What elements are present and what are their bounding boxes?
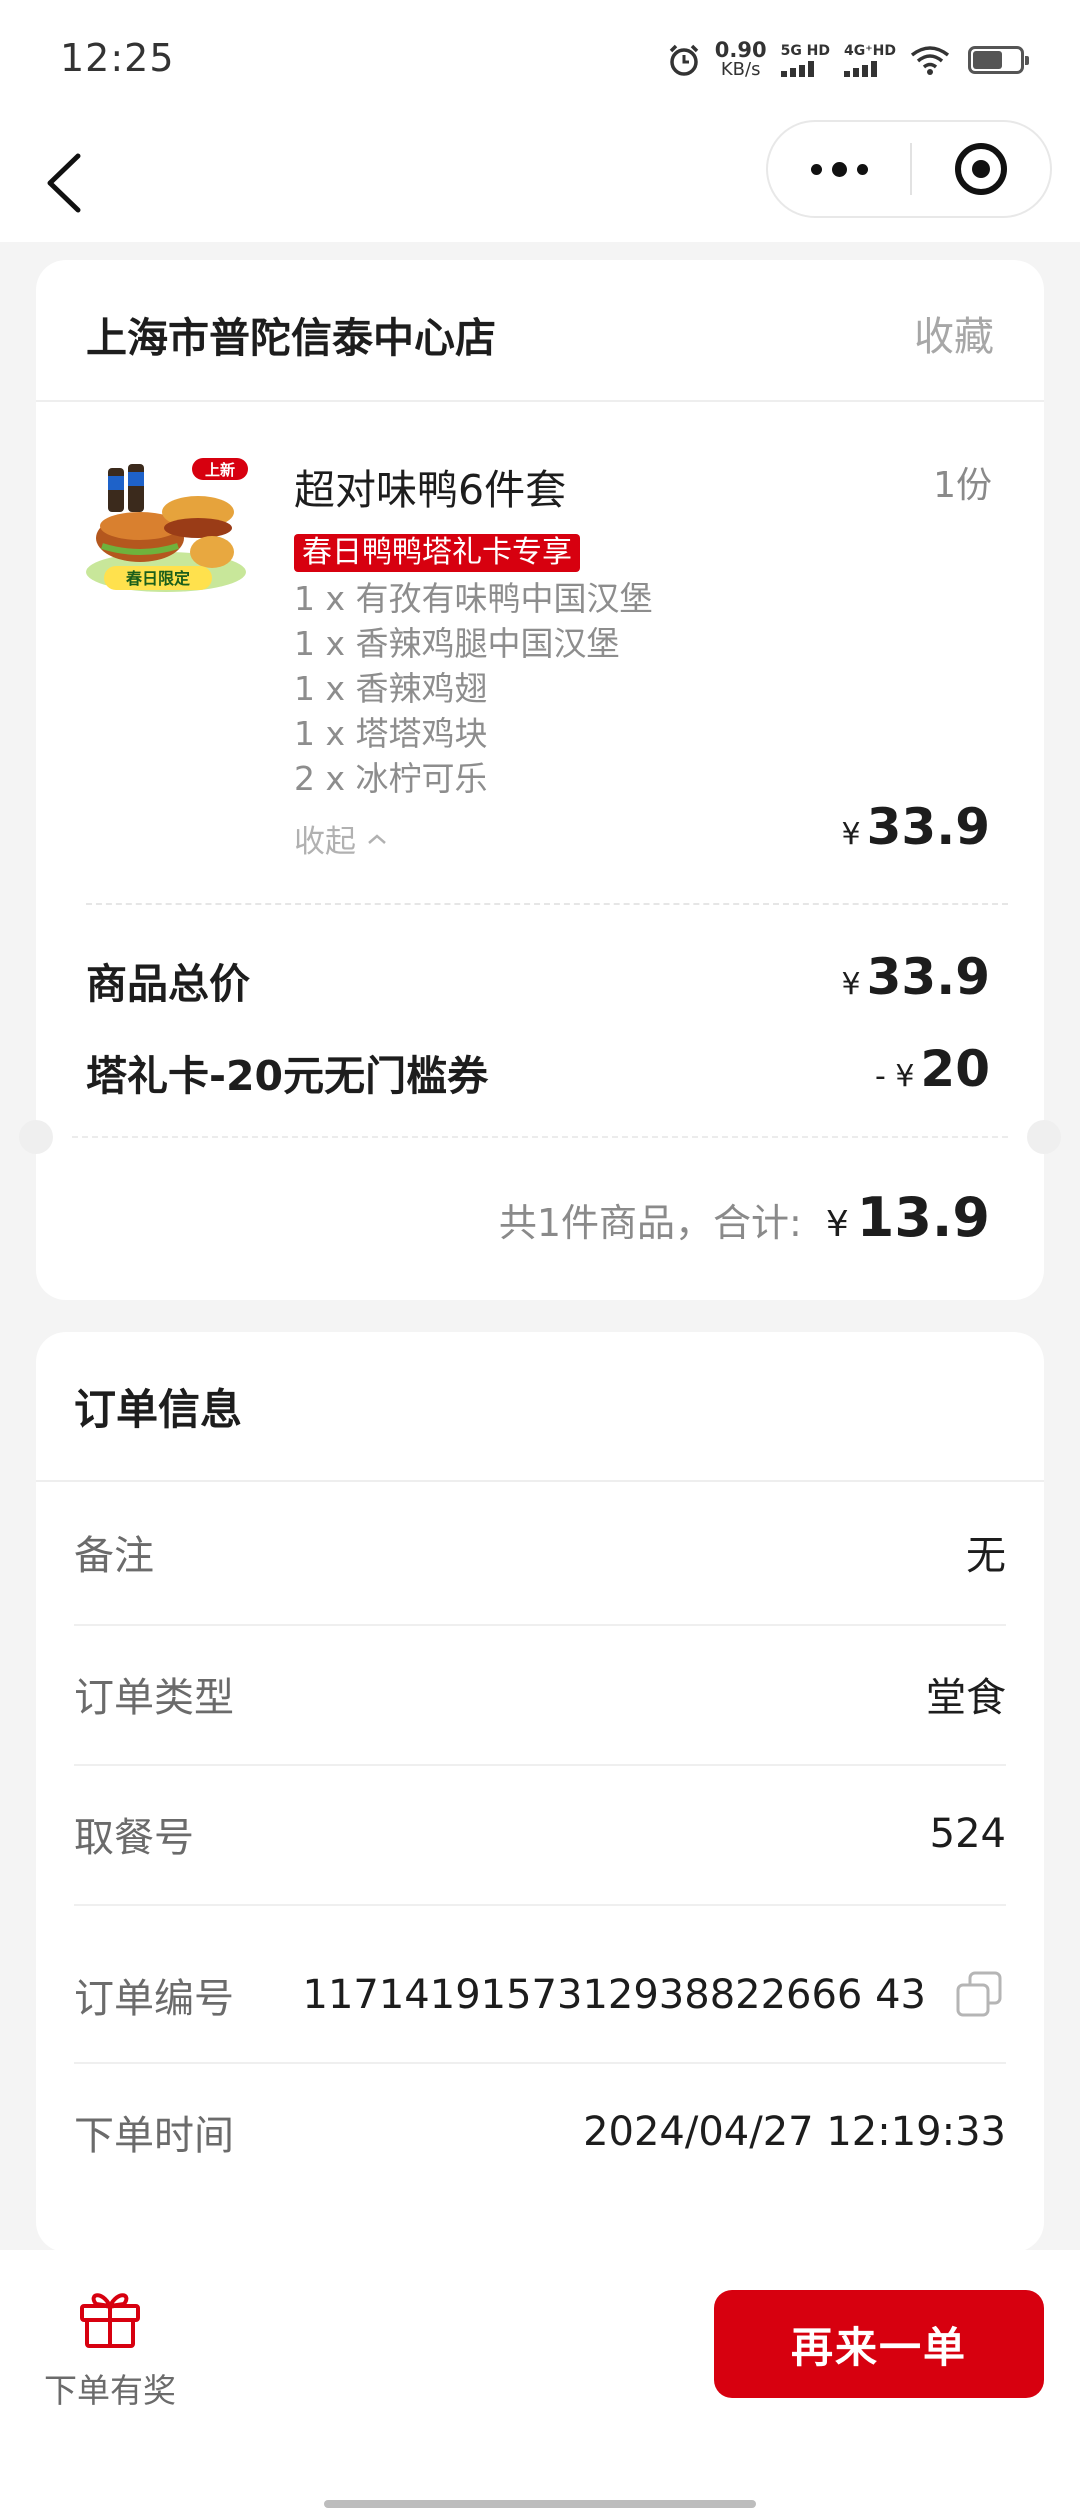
battery-icon (968, 46, 1029, 74)
signal-icon (844, 61, 878, 77)
product-thumbnail: 上新 春日限定 (86, 458, 248, 592)
sub-item-list: 1 x 有孜有味鸭中国汉堡 1 x 香辣鸡腿中国汉堡 1 x 香辣鸡翅 1 x … (294, 576, 653, 801)
goods-total: ¥ 33.9 (842, 948, 990, 1006)
close-miniprogram-button[interactable] (912, 122, 1050, 216)
more-dots-icon[interactable] (768, 122, 910, 216)
info-row-order-time: 下单时间 2024/04/27 12:19:33 (74, 2062, 1006, 2202)
chevron-up-icon (368, 833, 386, 844)
item-name: 超对味鸭6件套 (294, 466, 567, 514)
sim2-label: 4G⁺HD (844, 43, 896, 59)
gift-label: 下单有奖 (44, 2371, 176, 2410)
bottom-action-bar: 下单有奖 再来一单 (0, 2250, 1080, 2520)
thumb-new-badge: 上新 (205, 461, 235, 479)
store-name: 上海市普陀信泰中心店 (86, 314, 496, 362)
item-price-value: 33.9 (866, 798, 990, 856)
info-value: 2024/04/27 12:19:33 (583, 2109, 1006, 2155)
info-row-order-type: 订单类型 堂食 (74, 1624, 1006, 1764)
status-bar: 12:25 0.90 KB/s 5G HD 4G⁺HD (0, 0, 1080, 120)
info-key: 备注 (74, 1533, 154, 1579)
info-key: 订单编号 (74, 1976, 234, 2022)
copy-icon[interactable] (954, 1969, 1006, 2021)
currency-symbol: ¥ (841, 817, 861, 852)
order-info-card: 订单信息 备注 无 订单类型 堂食 取餐号 524 订单编号 117141915… (36, 1332, 1044, 2252)
info-row-pickup-number: 取餐号 524 (74, 1764, 1006, 1904)
sim1-signal: 5G HD (780, 43, 831, 77)
order-reward-button[interactable]: 下单有奖 (44, 2280, 176, 2412)
status-icons: 0.90 KB/s 5G HD 4G⁺HD (667, 36, 1029, 84)
order-total: 共1件商品，合计: ¥ 13.9 (499, 1186, 990, 1249)
info-row-remark: 备注 无 (74, 1482, 1006, 1622)
dashed-divider (86, 903, 1008, 905)
gift-icon (80, 2293, 140, 2348)
wifi-icon (910, 46, 950, 75)
network-speed-unit: KB/s (720, 59, 761, 80)
order-number-value: 1171419157312938822666 43 (303, 1969, 1007, 2021)
divider (74, 1904, 1006, 1906)
collapse-toggle[interactable]: 收起 (294, 816, 388, 861)
sim1-label: 5G HD (780, 43, 831, 59)
order-card: 上海市普陀信泰中心店 收藏 上新 春日限定 超对味鸭6件套 1份 春日鸭鸭塔礼卡… (36, 260, 1044, 1300)
info-key: 订单类型 (74, 1675, 234, 1721)
info-key: 下单时间 (74, 2113, 234, 2159)
signal-icon (780, 61, 814, 77)
sub-item: 2 x 冰柠可乐 (294, 759, 488, 798)
info-value: 无 (966, 1533, 1006, 1579)
ticket-notch (19, 1120, 53, 1154)
target-icon (955, 143, 1007, 195)
coupon-label: 塔礼卡-20元无门槛券 (86, 1052, 489, 1100)
dashed-divider (72, 1136, 1008, 1138)
currency-symbol: ¥ (825, 1204, 849, 1245)
favorite-button[interactable]: 收藏 (914, 304, 994, 362)
goods-total-value: 33.9 (866, 948, 990, 1006)
sub-item: 1 x 有孜有味鸭中国汉堡 (294, 579, 653, 618)
sim2-signal: 4G⁺HD (844, 43, 896, 77)
sub-item: 1 x 塔塔鸡块 (294, 714, 488, 753)
reorder-button[interactable]: 再来一单 (714, 2290, 1044, 2398)
item-price: ¥ 33.9 (842, 798, 990, 856)
sub-item: 1 x 香辣鸡腿中国汉堡 (294, 624, 620, 663)
divider (36, 400, 1044, 402)
order-info-title: 订单信息 (74, 1385, 243, 1434)
sub-item: 1 x 香辣鸡翅 (294, 669, 488, 708)
network-speed-value: 0.90 (714, 38, 767, 62)
promo-tag: 春日鸭鸭塔礼卡专享 (294, 534, 580, 572)
network-speed: 0.90 KB/s (715, 40, 767, 80)
coupon-discount: - ¥ 20 (875, 1040, 990, 1098)
item-quantity: 1份 (933, 465, 992, 506)
info-key: 取餐号 (74, 1815, 194, 1861)
currency-symbol: ¥ (841, 967, 861, 1002)
total-value: 13.9 (856, 1186, 990, 1249)
info-row-order-number: 订单编号 1171419157312938822666 43 (74, 1920, 1006, 2070)
goods-total-label: 商品总价 (86, 960, 250, 1008)
home-indicator (324, 2500, 756, 2508)
coupon-value: 20 (920, 1040, 990, 1098)
coupon-prefix: - ¥ (874, 1059, 915, 1094)
info-value: 堂食 (926, 1675, 1006, 1721)
collapse-label: 收起 (294, 824, 356, 860)
thumb-limited-badge: 春日限定 (125, 569, 190, 588)
chevron-left-icon[interactable] (40, 150, 90, 216)
status-time: 12:25 (60, 36, 175, 80)
alarm-icon (669, 44, 698, 76)
miniprogram-capsule (766, 120, 1052, 218)
total-label: 共1件商品，合计: (498, 1201, 802, 1245)
nav-bar (0, 120, 1080, 242)
info-value: 1171419157312938822666 43 (302, 1972, 927, 2018)
ticket-notch (1027, 1120, 1061, 1154)
info-value: 524 (929, 1811, 1006, 1857)
